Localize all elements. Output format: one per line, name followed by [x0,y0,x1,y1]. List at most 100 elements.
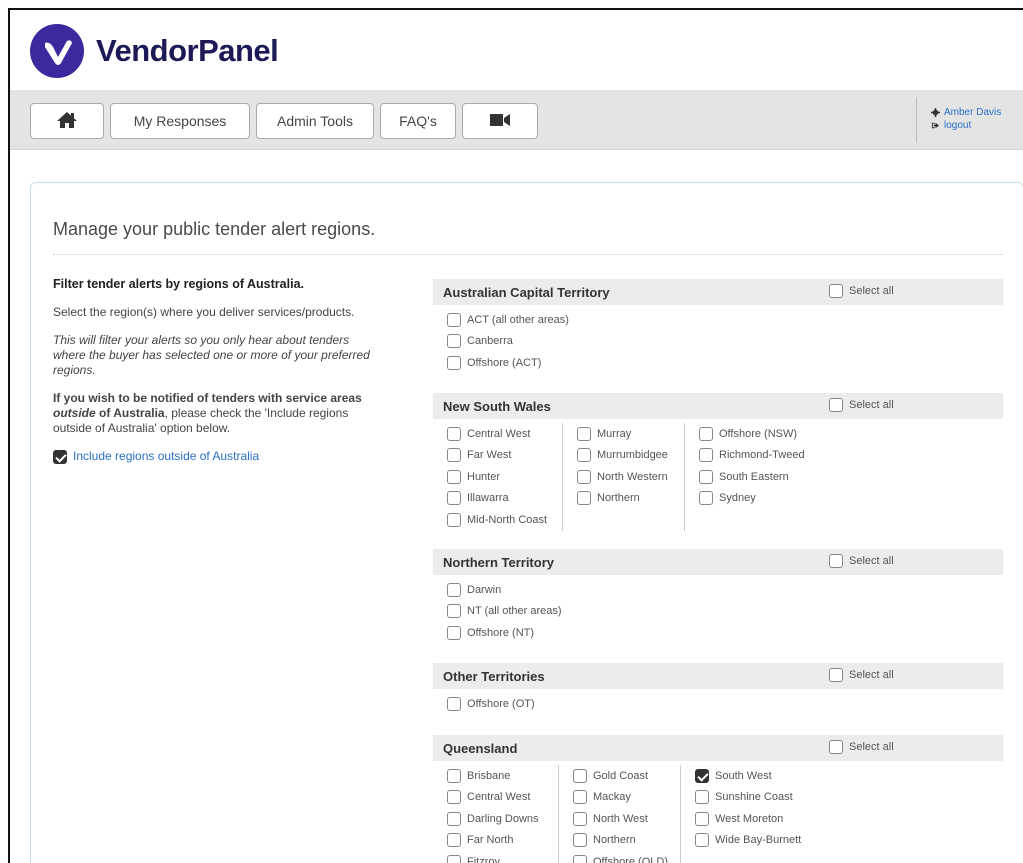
region-checkbox[interactable] [447,512,461,527]
region-label[interactable]: Far West [467,449,511,461]
region-option[interactable]: North West [573,808,674,830]
region-label[interactable]: Mackay [593,791,631,803]
region-label[interactable]: Offshore (ACT) [467,357,541,369]
select-all-label[interactable]: Select all [849,399,894,411]
region-label[interactable]: Northern [593,834,636,846]
region-label[interactable]: Wide Bay-Burnett [715,834,801,846]
region-checkbox[interactable] [447,790,461,805]
region-checkbox[interactable] [573,790,587,805]
brand[interactable]: VendorPanel [30,24,279,78]
region-label[interactable]: NT (all other areas) [467,605,562,617]
region-label[interactable]: Offshore (OT) [467,698,535,710]
include-outside-option[interactable]: Include regions outside of Australia [53,449,373,464]
region-checkbox[interactable] [447,469,461,484]
region-label[interactable]: North Western [597,471,668,483]
include-outside-checkbox[interactable] [53,449,67,464]
region-option[interactable]: Illawarra [447,488,556,510]
region-checkbox[interactable] [447,854,461,863]
region-checkbox[interactable] [573,833,587,848]
region-option[interactable]: Far North [447,830,552,852]
region-label[interactable]: Fitzroy [467,856,500,863]
region-option[interactable]: Richmond-Tweed [699,445,809,467]
region-label[interactable]: Darling Downs [467,813,539,825]
region-checkbox[interactable] [573,854,587,863]
region-option[interactable]: Central West [447,423,556,445]
region-option[interactable]: Gold Coast [573,765,674,787]
region-label[interactable]: Richmond-Tweed [719,449,805,461]
region-option[interactable]: Fitzroy [447,851,552,863]
region-label[interactable]: Sunshine Coast [715,791,793,803]
select-all-label[interactable]: Select all [849,555,894,567]
region-label[interactable]: Northern [597,492,640,504]
region-option[interactable]: Murrumbidgee [577,445,678,467]
region-option[interactable]: Sunshine Coast [695,787,805,809]
region-option[interactable]: Offshore (NT) [447,622,562,644]
select-all-option[interactable]: Select all [829,740,894,754]
select-all-option[interactable]: Select all [829,554,894,568]
region-checkbox[interactable] [699,448,713,463]
region-checkbox[interactable] [577,469,591,484]
region-label[interactable]: Gold Coast [593,770,648,782]
region-checkbox[interactable] [447,768,461,783]
region-label[interactable]: Offshore (QLD) [593,856,668,863]
region-option[interactable]: Mid-North Coast [447,509,556,531]
region-option[interactable]: Central West [447,787,552,809]
region-option[interactable]: Far West [447,445,556,467]
my-responses-button[interactable]: My Responses [110,103,250,139]
select-all-label[interactable]: Select all [849,285,894,297]
region-label[interactable]: Sydney [719,492,756,504]
select-all-checkbox[interactable] [829,668,843,682]
region-label[interactable]: Central West [467,428,530,440]
region-checkbox[interactable] [699,469,713,484]
region-checkbox[interactable] [447,426,461,441]
region-checkbox[interactable] [577,491,591,506]
video-button[interactable] [462,103,538,139]
region-label[interactable]: Illawarra [467,492,509,504]
select-all-checkbox[interactable] [829,284,843,298]
select-all-option[interactable]: Select all [829,398,894,412]
region-label[interactable]: West Moreton [715,813,783,825]
region-checkbox[interactable] [447,491,461,506]
region-label[interactable]: South Eastern [719,471,789,483]
include-outside-label[interactable]: Include regions outside of Australia [73,449,259,464]
region-checkbox[interactable] [447,355,461,370]
region-option[interactable]: Northern [577,488,678,510]
region-label[interactable]: Brisbane [467,770,510,782]
region-checkbox[interactable] [447,696,461,711]
region-label[interactable]: South West [715,770,772,782]
region-checkbox[interactable] [695,768,709,783]
select-all-checkbox[interactable] [829,398,843,412]
select-all-option[interactable]: Select all [829,284,894,298]
region-checkbox[interactable] [695,833,709,848]
region-checkbox[interactable] [447,334,461,349]
user-link[interactable]: Amber Davis [931,106,1001,119]
select-all-checkbox[interactable] [829,554,843,568]
region-label[interactable]: Central West [467,791,530,803]
region-option[interactable]: Sydney [699,488,809,510]
region-checkbox[interactable] [447,312,461,327]
region-checkbox[interactable] [447,625,461,640]
region-option[interactable]: Offshore (NSW) [699,423,809,445]
region-label[interactable]: Murray [597,428,631,440]
region-option[interactable]: Brisbane [447,765,552,787]
region-option[interactable]: North Western [577,466,678,488]
region-option[interactable]: Darwin [447,579,562,601]
region-option[interactable]: Wide Bay-Burnett [695,830,805,852]
region-checkbox[interactable] [695,790,709,805]
region-option[interactable]: Offshore (QLD) [573,851,674,863]
select-all-label[interactable]: Select all [849,669,894,681]
region-label[interactable]: Hunter [467,471,500,483]
region-checkbox[interactable] [447,604,461,619]
select-all-option[interactable]: Select all [829,668,894,682]
region-label[interactable]: Murrumbidgee [597,449,668,461]
region-option[interactable]: Northern [573,830,674,852]
region-option[interactable]: Darling Downs [447,808,552,830]
region-label[interactable]: Darwin [467,584,501,596]
select-all-label[interactable]: Select all [849,741,894,753]
region-option[interactable]: Murray [577,423,678,445]
faqs-button[interactable]: FAQ's [380,103,456,139]
region-checkbox[interactable] [577,448,591,463]
region-label[interactable]: Offshore (NSW) [719,428,797,440]
region-checkbox[interactable] [447,811,461,826]
admin-tools-button[interactable]: Admin Tools [256,103,374,139]
